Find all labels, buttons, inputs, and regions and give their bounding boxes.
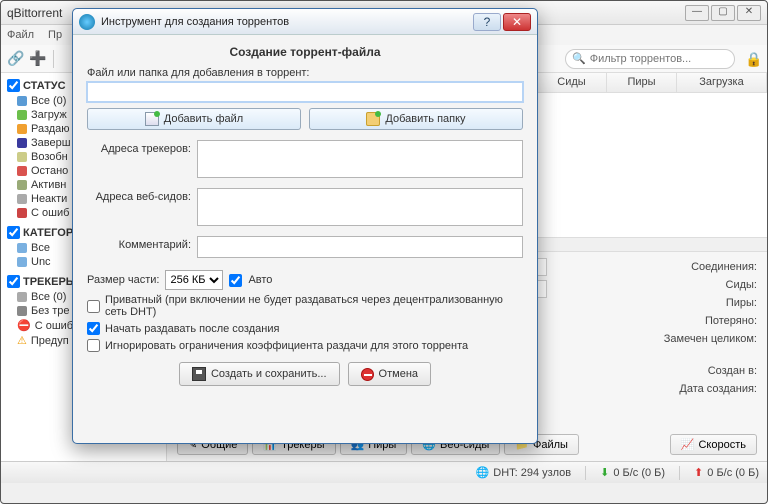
warning-icon: ⚠ (17, 334, 27, 347)
comment-input[interactable] (197, 236, 523, 258)
inactive-icon (17, 194, 27, 204)
lbl-lost: Потеряно: (557, 312, 757, 330)
sb-dht[interactable]: 🌐DHT: 294 узлов (476, 466, 572, 479)
up-icon: ⬆ (694, 466, 703, 479)
globe-icon: 🌐 (476, 466, 490, 479)
lbl-seen: Замечен целиком: (557, 330, 757, 348)
piece-size-select[interactable]: 256 КБ (165, 270, 223, 290)
file-path-input[interactable] (87, 82, 523, 102)
status-icon (17, 96, 27, 106)
search-icon: 🔍 (572, 52, 586, 65)
error-icon (17, 208, 27, 218)
separator (53, 50, 54, 68)
speed-icon: 📈 (681, 438, 695, 451)
folder-icon (17, 257, 27, 267)
lbl-created: Создан в: (557, 362, 757, 380)
file-path-label: Файл или папка для добавления в торрент: (87, 67, 523, 79)
sb-down[interactable]: ⬇0 Б/с (0 Б) (600, 466, 665, 479)
open-link-icon[interactable]: 🔗 (7, 50, 25, 68)
check-icon (17, 138, 27, 148)
maximize-button[interactable]: ▢ (711, 5, 735, 21)
error-icon: ⛔ (17, 319, 31, 332)
minimize-button[interactable]: — (685, 5, 709, 21)
trk-check[interactable] (7, 275, 20, 288)
create-save-button[interactable]: Создать и сохранить... (179, 362, 340, 386)
ignore-check[interactable] (87, 339, 100, 352)
auto-label: Авто (248, 274, 272, 286)
filter-box[interactable]: 🔍 (565, 49, 735, 69)
separator (585, 466, 586, 480)
lbl-date: Дата создания: (557, 380, 757, 398)
cat-check[interactable] (7, 226, 20, 239)
webseeds-input[interactable] (197, 188, 523, 226)
lbl-connections: Соединения: (557, 258, 757, 276)
sb-up[interactable]: ⬆0 Б/с (0 Б) (694, 466, 759, 479)
col-download[interactable]: Загрузка (677, 73, 767, 92)
dialog-heading: Создание торрент-файла (87, 45, 523, 59)
down-icon: ⬇ (600, 466, 609, 479)
cancel-button[interactable]: Отмена (348, 362, 431, 386)
startseed-check[interactable] (87, 322, 100, 335)
col-seeds[interactable]: Сиды (537, 73, 607, 92)
save-icon (192, 367, 206, 381)
notracker-icon (17, 306, 27, 316)
active-icon (17, 180, 27, 190)
file-icon (145, 112, 159, 126)
tracker-icon (17, 292, 27, 302)
webseeds-label: Адреса веб-сидов: (87, 188, 191, 203)
folder-icon (17, 243, 27, 253)
separator (679, 466, 680, 480)
dialog-title: Инструмент для создания торрентов (101, 16, 473, 28)
menu-file[interactable]: Файл (7, 29, 34, 41)
trackers-label: Адреса трекеров: (87, 140, 191, 155)
ignore-label: Игнорировать ограничения коэффициента ра… (105, 340, 468, 352)
download-icon (17, 110, 27, 120)
play-icon (17, 152, 27, 162)
private-check[interactable] (87, 300, 100, 313)
private-label: Приватный (при включении не будет раздав… (105, 294, 523, 318)
comment-label: Комментарий: (87, 236, 191, 251)
cancel-icon (361, 368, 374, 381)
close-button[interactable]: ✕ (503, 13, 531, 31)
add-file-button[interactable]: Добавить файл (87, 108, 301, 130)
dialog-titlebar[interactable]: Инструмент для создания торрентов ? ✕ (73, 9, 537, 35)
status-check[interactable] (7, 79, 20, 92)
app-icon (79, 14, 95, 30)
col-peers[interactable]: Пиры (607, 73, 677, 92)
help-button[interactable]: ? (473, 13, 501, 31)
create-torrent-dialog: Инструмент для создания торрентов ? ✕ Со… (72, 8, 538, 444)
lbl-peers: Пиры: (557, 294, 757, 312)
lock-icon[interactable]: 🔒 (745, 51, 761, 67)
auto-check[interactable] (229, 274, 242, 287)
add-torrent-icon[interactable]: ➕ (29, 50, 47, 68)
lbl-seeds: Сиды: (557, 276, 757, 294)
pause-icon (17, 166, 27, 176)
menu-pref[interactable]: Пр (48, 29, 62, 41)
startseed-label: Начать раздавать после создания (105, 323, 279, 335)
close-button[interactable]: ✕ (737, 5, 761, 21)
folder-icon (366, 112, 380, 126)
filter-input[interactable] (590, 53, 732, 65)
statusbar: 🌐DHT: 294 узлов ⬇0 Б/с (0 Б) ⬆0 Б/с (0 Б… (1, 461, 767, 483)
trackers-input[interactable] (197, 140, 523, 178)
piece-label: Размер части: (87, 274, 159, 286)
upload-icon (17, 124, 27, 134)
add-folder-button[interactable]: Добавить папку (309, 108, 523, 130)
tab-speed[interactable]: 📈Скорость (670, 434, 757, 455)
